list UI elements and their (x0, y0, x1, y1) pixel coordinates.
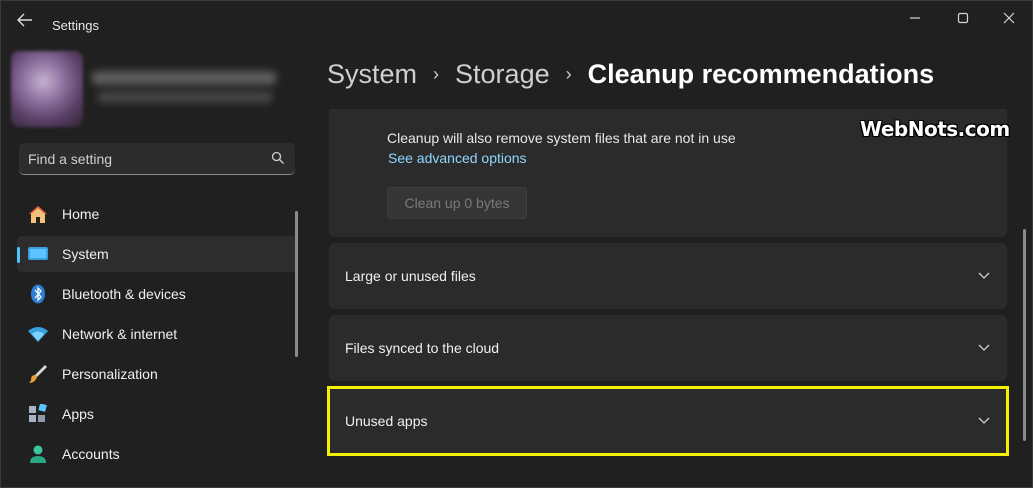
page-title: Cleanup recommendations (587, 59, 935, 89)
maximize-icon (957, 12, 969, 24)
home-icon (29, 206, 47, 223)
bluetooth-icon (31, 284, 45, 304)
breadcrumb-system[interactable]: System (327, 59, 417, 89)
minimize-icon (910, 17, 920, 19)
section-large-unused-files[interactable]: Large or unused files (329, 243, 1007, 309)
sidebar-item-apps[interactable]: Apps (17, 396, 297, 432)
sidebar-item-label: Accounts (62, 446, 120, 462)
search-box[interactable] (19, 143, 295, 175)
section-label: Large or unused files (345, 268, 476, 284)
section-label: Unused apps (345, 413, 428, 429)
main-scrollbar[interactable] (1023, 229, 1026, 441)
sidebar-item-home[interactable]: Home (17, 196, 297, 232)
maximize-button[interactable] (941, 5, 985, 33)
close-icon (1003, 12, 1015, 24)
main-content: Cleanup will also remove system files th… (329, 109, 1009, 487)
profile-email-blurred (97, 91, 273, 103)
title-bar: Settings (1, 1, 1032, 41)
sidebar-item-personalization[interactable]: Personalization (17, 356, 297, 392)
watermark: WebNots.com (860, 117, 1010, 141)
paintbrush-icon (29, 365, 47, 383)
search-input[interactable] (28, 150, 258, 168)
sidebar-item-label: System (62, 246, 109, 262)
chevron-down-icon (978, 417, 990, 424)
person-icon (30, 445, 46, 463)
sidebar-item-label: Home (62, 206, 100, 222)
breadcrumb-separator: › (565, 64, 572, 84)
user-profile[interactable] (11, 51, 281, 131)
cleanup-note: Cleanup will also remove system files th… (387, 130, 736, 146)
wifi-icon (28, 327, 48, 342)
section-unused-apps[interactable]: Unused apps (329, 388, 1007, 454)
section-label: Files synced to the cloud (345, 340, 500, 356)
sidebar-item-label: Apps (62, 406, 94, 422)
settings-window: Settings Home System Bluetooth & dev (0, 0, 1033, 488)
profile-name-blurred (91, 71, 277, 85)
chevron-down-icon (978, 344, 990, 351)
clean-up-button[interactable]: Clean up 0 bytes (387, 187, 527, 219)
avatar (11, 51, 83, 127)
sidebar-item-bluetooth[interactable]: Bluetooth & devices (17, 276, 297, 312)
close-button[interactable] (987, 5, 1031, 33)
breadcrumb-storage[interactable]: Storage (455, 59, 550, 89)
search-icon[interactable] (271, 151, 285, 165)
section-files-synced-cloud[interactable]: Files synced to the cloud (329, 315, 1007, 381)
minimize-button[interactable] (893, 5, 937, 33)
sidebar-nav: Home System Bluetooth & devices Network … (17, 196, 297, 476)
sidebar-item-label: Bluetooth & devices (62, 286, 186, 302)
sidebar-item-label: Network & internet (62, 326, 178, 342)
breadcrumb-separator: › (433, 64, 440, 84)
sidebar-item-network[interactable]: Network & internet (17, 316, 297, 352)
sidebar-item-label: Personalization (62, 366, 158, 382)
sidebar-item-accounts[interactable]: Accounts (17, 436, 297, 472)
back-button[interactable] (15, 13, 35, 31)
back-arrow-icon (17, 13, 32, 27)
apps-icon (29, 404, 47, 422)
breadcrumb: System › Storage › Cleanup recommendations (327, 59, 934, 99)
system-display-icon (28, 247, 48, 260)
sidebar-item-system[interactable]: System (17, 236, 297, 272)
chevron-down-icon (978, 272, 990, 279)
advanced-options-link[interactable]: See advanced options (388, 150, 527, 166)
sidebar-scrollbar[interactable] (295, 211, 298, 357)
app-title: Settings (52, 18, 99, 33)
